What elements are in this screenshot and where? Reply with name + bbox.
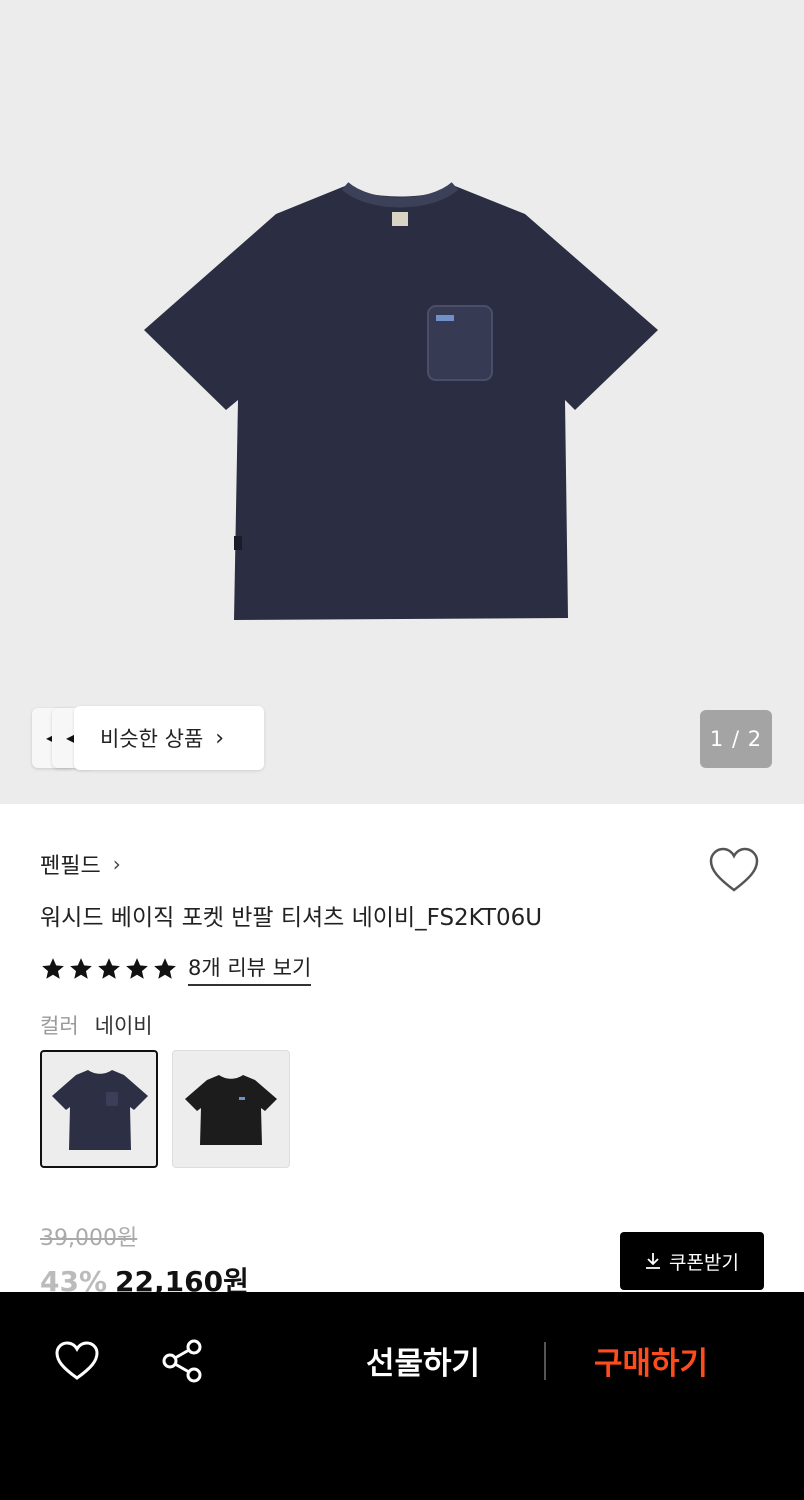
brand-link[interactable]: 펜필드 › (40, 848, 121, 880)
bar-divider (544, 1342, 546, 1380)
review-link[interactable]: 8개 리뷰 보기 (188, 952, 312, 986)
star-icon (154, 958, 176, 979)
rating-row: 8개 리뷰 보기 (40, 952, 312, 986)
color-label: 컬러 (40, 1014, 79, 1038)
star-icon (98, 958, 120, 979)
star-icon (42, 958, 64, 979)
star-icon (70, 958, 92, 979)
color-row: 컬러 네이비 (40, 1010, 153, 1040)
similar-products-stack[interactable]: ◂ ◂ 비슷한 상품 › (32, 706, 264, 770)
share-icon[interactable] (160, 1338, 206, 1384)
buy-button[interactable]: 구매하기 (594, 1338, 708, 1383)
similar-products-button[interactable]: 비슷한 상품 › (74, 706, 264, 770)
wishlist-heart-icon[interactable] (54, 1340, 100, 1382)
similar-products-label: 비슷한 상품 (100, 727, 204, 751)
rating-stars (40, 956, 178, 982)
coupon-label: 쿠폰받기 (669, 1251, 739, 1274)
brand-name: 펜필드 (40, 854, 101, 879)
caret-left-icon: ◂ (66, 728, 75, 747)
swatch-tshirt-navy (52, 1070, 148, 1150)
product-image-carousel[interactable]: ◂ ◂ 비슷한 상품 › 1 / 2 (0, 0, 804, 804)
color-value: 네이비 (94, 1014, 153, 1038)
coupon-download-button[interactable]: 쿠폰받기 (620, 1232, 764, 1290)
product-tshirt-image (144, 182, 658, 620)
image-pager: 1 / 2 (700, 710, 772, 768)
chevron-right-icon: › (215, 725, 225, 751)
swatch-tshirt-black (185, 1075, 277, 1145)
download-icon (646, 1253, 661, 1269)
gift-button[interactable]: 선물하기 (366, 1338, 480, 1383)
product-title: 워시드 베이직 포켓 반팔 티셔츠 네이비_FS2KT06U (40, 905, 543, 931)
chevron-right-icon: › (112, 852, 121, 876)
color-swatch-black[interactable] (172, 1050, 290, 1168)
original-price: 39,000원 (40, 1226, 138, 1251)
color-swatch-navy[interactable] (40, 1050, 158, 1168)
star-icon (126, 958, 148, 979)
wishlist-heart-icon[interactable] (708, 846, 760, 894)
bottom-action-bar (0, 1292, 804, 1500)
